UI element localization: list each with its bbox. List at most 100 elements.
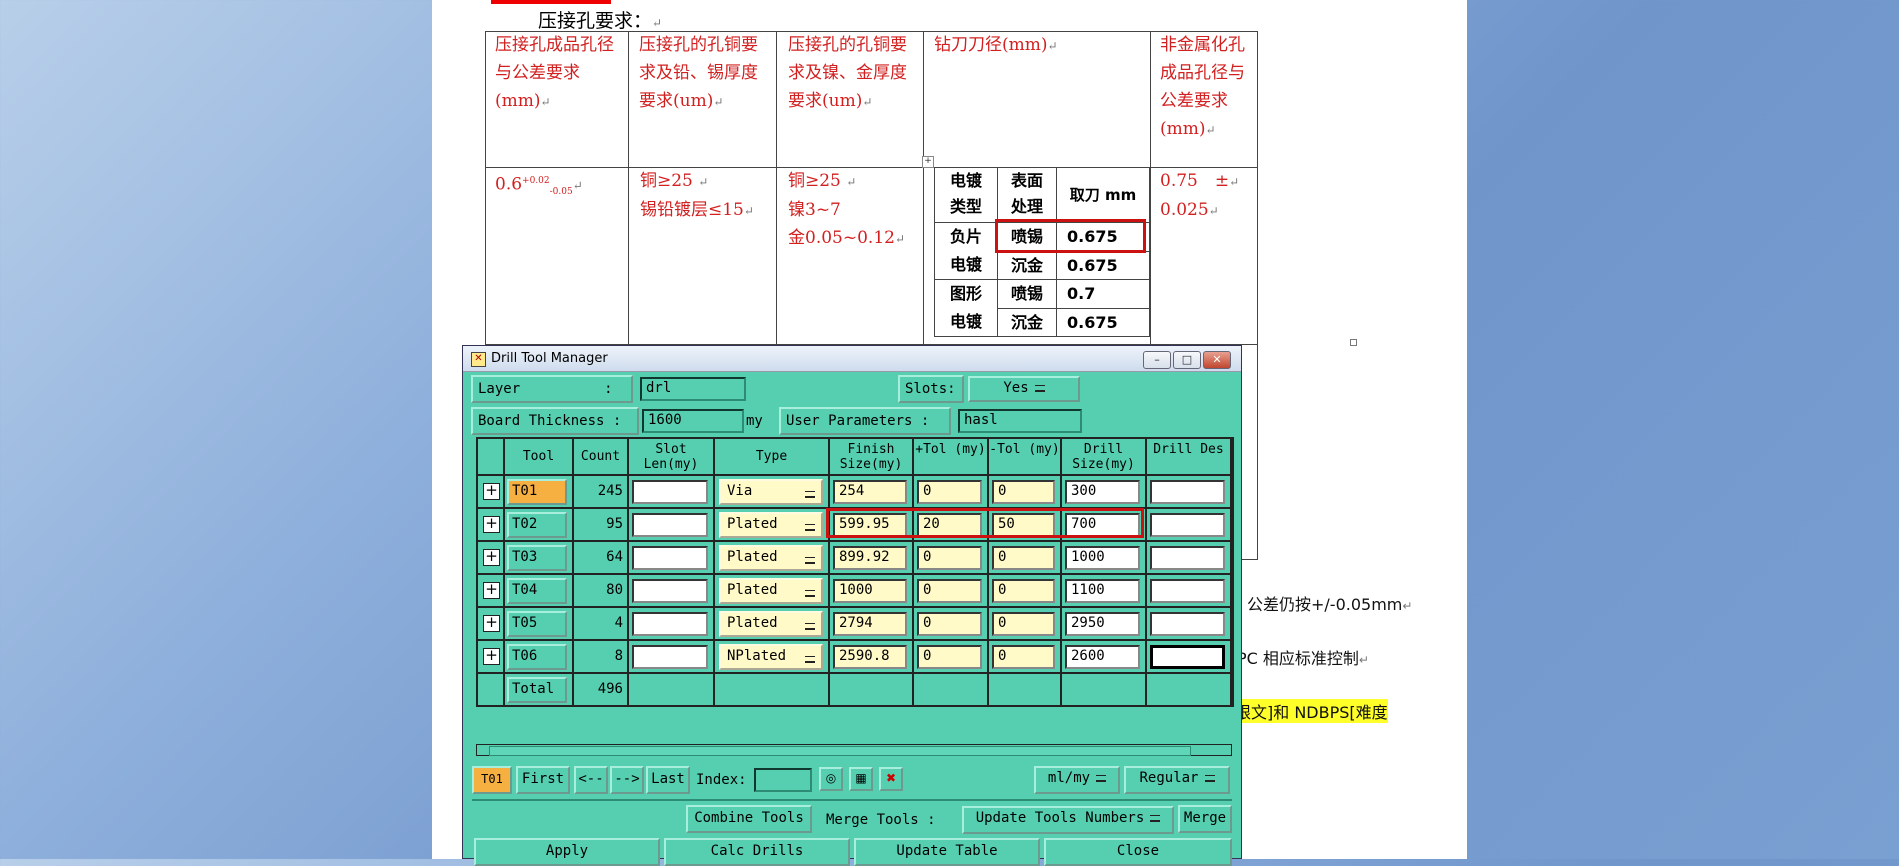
finish-size-input[interactable]: 899.92	[833, 546, 907, 570]
mode-dropdown[interactable]: Regular	[1124, 766, 1230, 794]
drill-size-input[interactable]: 2600	[1065, 645, 1140, 669]
finish-size-input[interactable]: 1000	[833, 579, 907, 603]
slot-len-input[interactable]	[632, 480, 708, 504]
finish-size-input[interactable]: 2590.8	[833, 645, 907, 669]
maximize-icon[interactable]: □	[1173, 351, 1201, 369]
expand-icon[interactable]: +	[483, 549, 500, 566]
type-value: Via	[727, 483, 753, 499]
doc-text-highlighted: 限文]和 NDBPS[难度	[1235, 699, 1388, 723]
tool-button[interactable]: T06	[507, 644, 567, 670]
tool-button[interactable]: T03	[507, 545, 567, 571]
table-icon[interactable]: ▦	[849, 767, 873, 791]
layer-label: Layer :	[471, 375, 633, 403]
next-button[interactable]: -->	[610, 766, 644, 794]
total-count: 496	[574, 674, 629, 707]
combine-tools-button[interactable]: Combine Tools	[686, 805, 812, 833]
finish-size-input[interactable]: 2794	[833, 612, 907, 636]
type-dropdown[interactable]: Via	[719, 479, 823, 505]
title-bar[interactable]: ✕ Drill Tool Manager – □ ✕	[463, 346, 1241, 372]
plus-tol-input[interactable]: 0	[917, 645, 982, 669]
slot-len-input[interactable]	[632, 546, 708, 570]
drill-size-input[interactable]: 300	[1065, 480, 1140, 504]
drill-size-input[interactable]: 2950	[1065, 612, 1140, 636]
close-button[interactable]: Close	[1044, 838, 1232, 866]
type-dropdown[interactable]: Plated	[719, 512, 823, 538]
minus-tol-input[interactable]: 0	[992, 645, 1055, 669]
type-dropdown[interactable]: Plated	[719, 611, 823, 637]
plus-tol-input[interactable]: 0	[917, 480, 982, 504]
dropdown-arrow-icon	[805, 590, 815, 597]
table-move-handle-icon[interactable]: +	[922, 156, 934, 168]
delete-icon[interactable]: ✖	[879, 767, 903, 791]
inner-header-plating-type: 电镀类型	[934, 167, 998, 223]
first-button[interactable]: First	[516, 766, 570, 794]
drill-size-input[interactable]: 1000	[1065, 546, 1140, 570]
prev-button[interactable]: <--	[574, 766, 608, 794]
slot-len-input[interactable]	[632, 513, 708, 537]
horizontal-scrollbar[interactable]	[476, 744, 1232, 756]
type-value: Plated	[727, 516, 778, 532]
highlight-box-row	[826, 508, 1144, 538]
expand-icon[interactable]: +	[483, 648, 500, 665]
header-drill-diameter: 钻刀刀径(mm)↵	[934, 35, 1058, 55]
drill-des-input[interactable]	[1150, 546, 1225, 570]
tool-button[interactable]: T05	[507, 611, 567, 637]
tool-button[interactable]: T01	[507, 479, 567, 505]
cell-hole-size: 0.6+0.02-0.05↵	[495, 174, 583, 198]
close-icon[interactable]: ✕	[1203, 351, 1231, 369]
table-row: + T05 4 Plated 2794 0 0 2950	[478, 608, 1232, 641]
plus-tol-input[interactable]: 0	[917, 612, 982, 636]
expand-icon[interactable]: +	[483, 516, 500, 533]
total-label: Total	[507, 677, 567, 703]
scrollbar-thumb[interactable]	[489, 746, 1191, 756]
drill-des-input[interactable]	[1150, 645, 1225, 669]
calc-drills-button[interactable]: Calc Drills	[664, 838, 850, 866]
minus-tol-input[interactable]: 0	[992, 480, 1055, 504]
plus-tol-input[interactable]: 0	[917, 546, 982, 570]
type-dropdown[interactable]: Plated	[719, 578, 823, 604]
drill-des-input[interactable]	[1150, 480, 1225, 504]
inner-header-surface: 表面处理	[997, 167, 1057, 223]
slot-len-input[interactable]	[632, 645, 708, 669]
slot-len-input[interactable]	[632, 612, 708, 636]
expand-icon[interactable]: +	[483, 483, 500, 500]
col-header-type: Type	[715, 439, 830, 476]
apply-button[interactable]: Apply	[474, 838, 660, 866]
tool-button[interactable]: T02	[507, 512, 567, 538]
drill-des-input[interactable]	[1150, 513, 1225, 537]
drill-des-input[interactable]	[1150, 579, 1225, 603]
expand-icon[interactable]: +	[483, 615, 500, 632]
merge-option-dropdown[interactable]: Update Tools Numbers	[962, 806, 1174, 834]
minimize-icon[interactable]: –	[1143, 351, 1171, 369]
minus-tol-input[interactable]: 0	[992, 546, 1055, 570]
slots-label: Slots:	[898, 375, 964, 403]
col-header-drill-size: Drill Size(my)	[1062, 439, 1147, 476]
type-dropdown[interactable]: NPlated	[719, 644, 823, 670]
minus-tol-input[interactable]: 0	[992, 579, 1055, 603]
last-button[interactable]: Last	[646, 766, 690, 794]
expand-icon[interactable]: +	[483, 582, 500, 599]
slots-dropdown[interactable]: Yes	[968, 376, 1080, 402]
tool-table: Tool Count Slot Len(my) Type Finish Size…	[476, 437, 1234, 707]
type-dropdown[interactable]: Plated	[719, 545, 823, 571]
inner-drill-value: 0.7	[1056, 279, 1150, 309]
tool-count: 80	[574, 575, 629, 608]
units-dropdown[interactable]: ml/my	[1034, 766, 1120, 794]
board-thickness-field[interactable]: 1600	[642, 409, 744, 433]
layer-field[interactable]: drl	[640, 377, 746, 401]
user-parameters-field[interactable]: hasl	[958, 409, 1082, 433]
lightbulb-icon[interactable]: ◎	[819, 767, 843, 791]
slot-len-input[interactable]	[632, 579, 708, 603]
merge-button[interactable]: Merge	[1178, 805, 1232, 833]
index-field[interactable]	[754, 768, 812, 792]
inner-surface: 喷锡	[997, 279, 1057, 309]
drill-des-input[interactable]	[1150, 612, 1225, 636]
col-header-plus-tol: +Tol (my)	[914, 439, 989, 476]
minus-tol-input[interactable]: 0	[992, 612, 1055, 636]
plus-tol-input[interactable]: 0	[917, 579, 982, 603]
update-table-button[interactable]: Update Table	[854, 838, 1040, 866]
drill-size-input[interactable]: 1100	[1065, 579, 1140, 603]
tool-button[interactable]: T04	[507, 578, 567, 604]
col-header-tool: Tool	[505, 439, 574, 476]
finish-size-input[interactable]: 254	[833, 480, 907, 504]
